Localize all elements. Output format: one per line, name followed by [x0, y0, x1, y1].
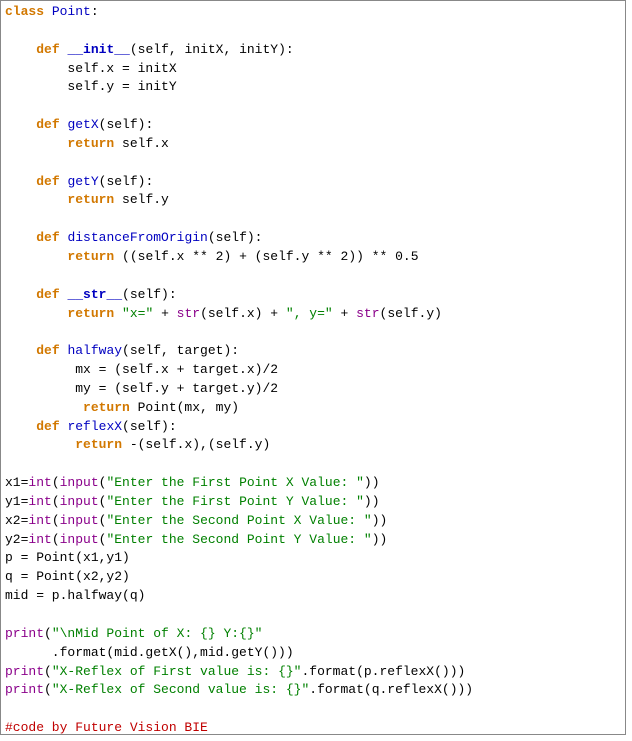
code-editor: class Point: def __init__(self, initX, i… [0, 0, 626, 735]
code-line: mx = (self.x + target.x)/2 [5, 362, 278, 377]
code-line: .format(mid.getX(),mid.getY())) [5, 645, 294, 660]
method-halfway: halfway [67, 343, 122, 358]
code-line: class Point: [5, 4, 99, 19]
code-line: x1=int(input("Enter the First Point X Va… [5, 475, 380, 490]
code-line: return -(self.x),(self.y) [5, 437, 270, 452]
code-line: self.x = initX [5, 61, 177, 76]
code-line: q = Point(x2,y2) [5, 569, 130, 584]
code-line: def getY(self): [5, 174, 153, 189]
code-line: p = Point(x1,y1) [5, 550, 130, 565]
code-line: def distanceFromOrigin(self): [5, 230, 262, 245]
code-line: print("X-Reflex of Second value is: {}".… [5, 682, 473, 697]
code-line: mid = p.halfway(q) [5, 588, 145, 603]
code-line: def halfway(self, target): [5, 343, 239, 358]
class-name: Point [52, 4, 91, 19]
keyword-class: class [5, 4, 44, 19]
code-line: y2=int(input("Enter the Second Point Y V… [5, 532, 387, 547]
code-line: return ((self.x ** 2) + (self.y ** 2)) *… [5, 249, 419, 264]
code-line: def __str__(self): [5, 287, 177, 302]
code-line: self.y = initY [5, 79, 177, 94]
code-line: y1=int(input("Enter the First Point Y Va… [5, 494, 380, 509]
method-gety: getY [67, 174, 98, 189]
code-line: x2=int(input("Enter the Second Point X V… [5, 513, 387, 528]
method-str: __str__ [67, 287, 122, 302]
code-line: def __init__(self, initX, initY): [5, 42, 294, 57]
code-line: return self.y [5, 192, 169, 207]
method-getx: getX [67, 117, 98, 132]
code-line: return "x=" + str(self.x) + ", y=" + str… [5, 306, 442, 321]
comment: #code by Future Vision BIE [5, 720, 208, 735]
code-line: print("X-Reflex of First value is: {}".f… [5, 664, 465, 679]
code-line: return Point(mx, my) [5, 400, 239, 415]
code-line: return self.x [5, 136, 169, 151]
code-line: def getX(self): [5, 117, 153, 132]
code-line: my = (self.y + target.y)/2 [5, 381, 278, 396]
method-reflexx: reflexX [67, 419, 122, 434]
code-line: print("\nMid Point of X: {} Y:{}" [5, 626, 262, 641]
method-init: __init__ [67, 42, 129, 57]
method-distance: distanceFromOrigin [67, 230, 207, 245]
code-line: #code by Future Vision BIE [5, 720, 208, 735]
code-line: def reflexX(self): [5, 419, 177, 434]
